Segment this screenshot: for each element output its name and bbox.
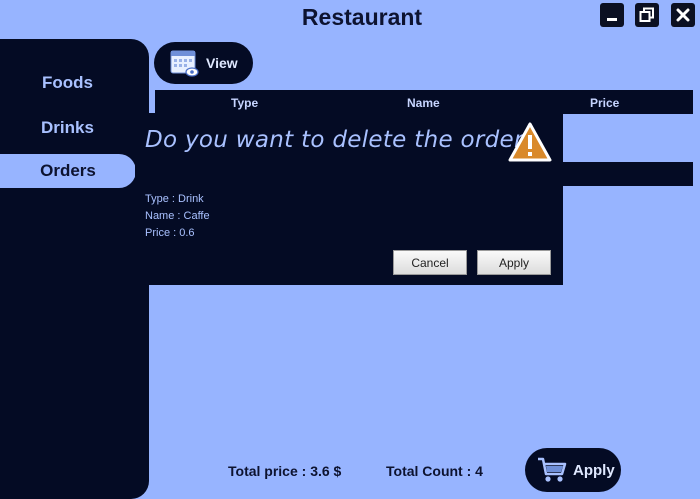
view-button[interactable]: View bbox=[154, 42, 253, 84]
sidebar: Foods Drinks Orders bbox=[0, 39, 149, 499]
delete-order-dialog: Do you want to delete the order? Type : … bbox=[135, 113, 563, 285]
column-header-price[interactable]: Price bbox=[590, 96, 619, 110]
sidebar-item-label: Foods bbox=[42, 73, 93, 92]
column-header-type[interactable]: Type bbox=[231, 96, 258, 110]
close-icon bbox=[676, 8, 690, 22]
column-header-name[interactable]: Name bbox=[407, 96, 440, 110]
sidebar-item-drinks[interactable]: Drinks bbox=[0, 111, 135, 145]
detail-price: Price : 0.6 bbox=[145, 227, 195, 239]
minimize-button[interactable] bbox=[600, 3, 624, 27]
dialog-apply-button[interactable]: Apply bbox=[477, 250, 551, 275]
order-details: Type : Drink Name : Caffe Price : 0.6 bbox=[145, 191, 210, 242]
apply-label: Apply bbox=[573, 461, 615, 479]
sidebar-item-foods[interactable]: Foods bbox=[0, 66, 135, 100]
detail-type: Type : Drink bbox=[145, 193, 204, 205]
total-count: Total Count : 4 bbox=[386, 463, 483, 479]
window-title: Restaurant bbox=[301, 4, 423, 30]
shopping-cart-icon bbox=[538, 457, 567, 482]
dialog-question: Do you want to delete the order? bbox=[145, 127, 537, 153]
apply-order-button[interactable]: Apply bbox=[525, 448, 621, 492]
calendar-view-icon bbox=[170, 50, 199, 77]
sidebar-item-orders[interactable]: Orders bbox=[0, 154, 136, 188]
maximize-icon bbox=[639, 7, 654, 22]
minimize-icon bbox=[607, 18, 617, 21]
orders-table-header: Type Name Price bbox=[155, 90, 693, 114]
maximize-button[interactable] bbox=[635, 3, 659, 27]
sidebar-item-label: Orders bbox=[40, 161, 96, 180]
detail-name: Name : Caffe bbox=[145, 210, 210, 222]
warning-icon bbox=[508, 122, 552, 162]
close-button[interactable] bbox=[671, 3, 695, 27]
cancel-button[interactable]: Cancel bbox=[393, 250, 467, 275]
view-label: View bbox=[206, 55, 238, 71]
table-row[interactable] bbox=[560, 162, 693, 186]
sidebar-item-label: Drinks bbox=[41, 118, 94, 137]
total-price: Total price : 3.6 $ bbox=[228, 463, 342, 479]
